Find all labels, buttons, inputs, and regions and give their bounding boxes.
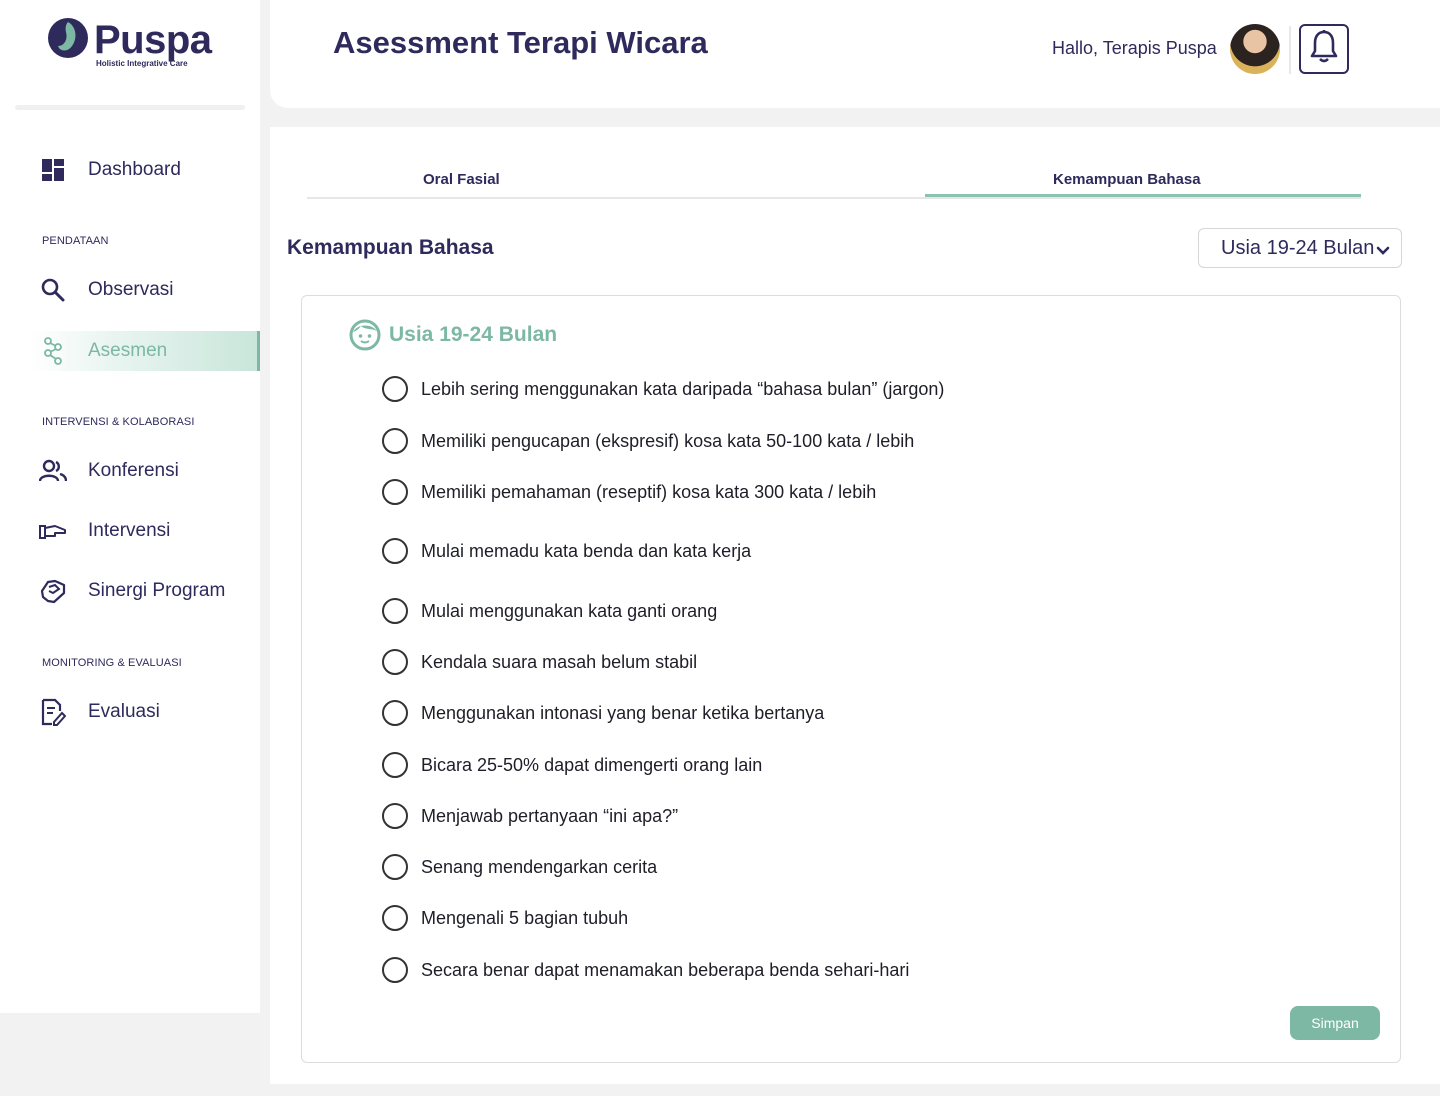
document-edit-icon: [38, 698, 68, 726]
sidebar-item-observasi[interactable]: Observasi: [0, 270, 260, 310]
radio-button[interactable]: [382, 376, 408, 402]
dashboard-icon: [38, 156, 68, 184]
sidebar-item-label: Sinergi Program: [88, 580, 226, 601]
age-select[interactable]: Usia 19-24 Bulan: [1198, 228, 1402, 268]
nav-section-monitoring: MONITORING & EVALUASI: [42, 657, 182, 669]
question-item[interactable]: Mulai menggunakan kata ganti orang: [382, 596, 1282, 626]
brand-name: Puspa: [94, 18, 212, 62]
notification-button[interactable]: [1299, 24, 1349, 74]
sidebar-divider: [15, 105, 245, 110]
sidebar: Puspa Holistic Integrative Care Dashboar…: [0, 0, 260, 1013]
tab-divider: [307, 197, 1361, 199]
question-item[interactable]: Memiliki pengucapan (ekspresif) kosa kat…: [382, 426, 1282, 456]
question-label: Menggunakan intonasi yang benar ketika b…: [421, 703, 825, 723]
radio-button[interactable]: [382, 803, 408, 829]
question-label: Menjawab pertanyaan “ini apa?”: [421, 806, 679, 826]
radio-button[interactable]: [382, 479, 408, 505]
sidebar-item-label: Dashboard: [88, 159, 181, 180]
main-content: Oral Fasial Kemampuan Bahasa Kemampuan B…: [270, 127, 1440, 1084]
page-title: Asessment Terapi Wicara: [333, 25, 708, 60]
hand-icon: [38, 517, 68, 545]
search-icon: [38, 276, 68, 304]
child-face-icon: [349, 319, 381, 356]
tab-kemampuan-bahasa[interactable]: Kemampuan Bahasa: [1053, 171, 1201, 188]
sidebar-item-label: Intervensi: [88, 520, 171, 541]
question-item[interactable]: Bicara 25-50% dapat dimengerti orang lai…: [382, 750, 1282, 780]
question-label: Mulai menggunakan kata ganti orang: [421, 601, 718, 621]
question-label: Mulai memadu kata benda dan kata kerja: [421, 541, 752, 561]
question-item[interactable]: Memiliki pemahaman (reseptif) kosa kata …: [382, 477, 1282, 507]
question-item[interactable]: Kendala suara masah belum stabil: [382, 647, 1282, 677]
sidebar-item-evaluasi[interactable]: Evaluasi: [0, 692, 260, 732]
question-item[interactable]: Lebih sering menggunakan kata daripada “…: [382, 374, 1282, 404]
molecule-icon: [38, 337, 68, 365]
sidebar-item-label: Observasi: [88, 279, 174, 300]
question-item[interactable]: Mulai memadu kata benda dan kata kerja: [382, 536, 1282, 566]
brand-tagline: Holistic Integrative Care: [96, 59, 188, 68]
question-label: Secara benar dapat menamakan beberapa be…: [421, 960, 910, 980]
save-button[interactable]: Simpan: [1290, 1006, 1380, 1040]
radio-button[interactable]: [382, 752, 408, 778]
nav-section-intervensi: INTERVENSI & KOLABORASI: [42, 416, 195, 428]
question-label: Memiliki pengucapan (ekspresif) kosa kat…: [421, 431, 915, 451]
question-label: Bicara 25-50% dapat dimengerti orang lai…: [421, 755, 763, 775]
radio-button[interactable]: [382, 598, 408, 624]
radio-button[interactable]: [382, 905, 408, 931]
sidebar-item-label: Konferensi: [88, 460, 179, 481]
nav-section-pendataan: PENDATAAN: [42, 235, 109, 247]
question-label: Lebih sering menggunakan kata daripada “…: [421, 379, 945, 399]
radio-button[interactable]: [382, 957, 408, 983]
active-tab-indicator: [925, 194, 1361, 197]
handshake-icon: [38, 577, 68, 605]
avatar[interactable]: [1230, 24, 1280, 74]
question-item[interactable]: Secara benar dapat menamakan beberapa be…: [382, 955, 1282, 985]
sidebar-item-sinergi-program[interactable]: Sinergi Program: [0, 571, 260, 611]
logo-icon: [48, 18, 88, 58]
section-title: Kemampuan Bahasa: [287, 236, 494, 259]
tab-oral-fasial[interactable]: Oral Fasial: [423, 171, 500, 188]
question-label: Kendala suara masah belum stabil: [421, 652, 698, 672]
chevron-down-icon: [1376, 243, 1390, 261]
greeting-text: Hallo, Terapis Puspa: [1052, 38, 1217, 58]
bell-icon: [1309, 29, 1339, 70]
radio-button[interactable]: [382, 538, 408, 564]
radio-button[interactable]: [382, 700, 408, 726]
radio-button[interactable]: [382, 854, 408, 880]
header-divider: [1289, 26, 1291, 74]
sidebar-item-label: Evaluasi: [88, 701, 160, 722]
question-label: Mengenali 5 bagian tubuh: [421, 908, 629, 928]
question-label: Senang mendengarkan cerita: [421, 857, 658, 877]
sidebar-item-dashboard[interactable]: Dashboard: [0, 150, 260, 190]
question-item[interactable]: Mengenali 5 bagian tubuh: [382, 903, 1282, 933]
sidebar-item-intervensi[interactable]: Intervensi: [0, 511, 260, 551]
sidebar-item-label: Asesmen: [88, 340, 168, 361]
question-label: Memiliki pemahaman (reseptif) kosa kata …: [421, 482, 877, 502]
question-item[interactable]: Menggunakan intonasi yang benar ketika b…: [382, 698, 1282, 728]
card-title: Usia 19-24 Bulan: [389, 323, 558, 346]
assessment-card: Usia 19-24 Bulan Lebih sering menggunaka…: [301, 295, 1401, 1063]
question-item[interactable]: Senang mendengarkan cerita: [382, 852, 1282, 882]
people-icon: [38, 457, 68, 485]
header: Asessment Terapi Wicara Hallo, Terapis P…: [270, 0, 1440, 108]
question-item[interactable]: Menjawab pertanyaan “ini apa?”: [382, 801, 1282, 831]
age-select-value: Usia 19-24 Bulan: [1221, 237, 1375, 259]
sidebar-item-konferensi[interactable]: Konferensi: [0, 451, 260, 491]
puspa-logo[interactable]: Puspa Holistic Integrative Care: [46, 16, 212, 76]
radio-button[interactable]: [382, 649, 408, 675]
radio-button[interactable]: [382, 428, 408, 454]
sidebar-item-asesmen[interactable]: Asesmen: [30, 331, 260, 371]
